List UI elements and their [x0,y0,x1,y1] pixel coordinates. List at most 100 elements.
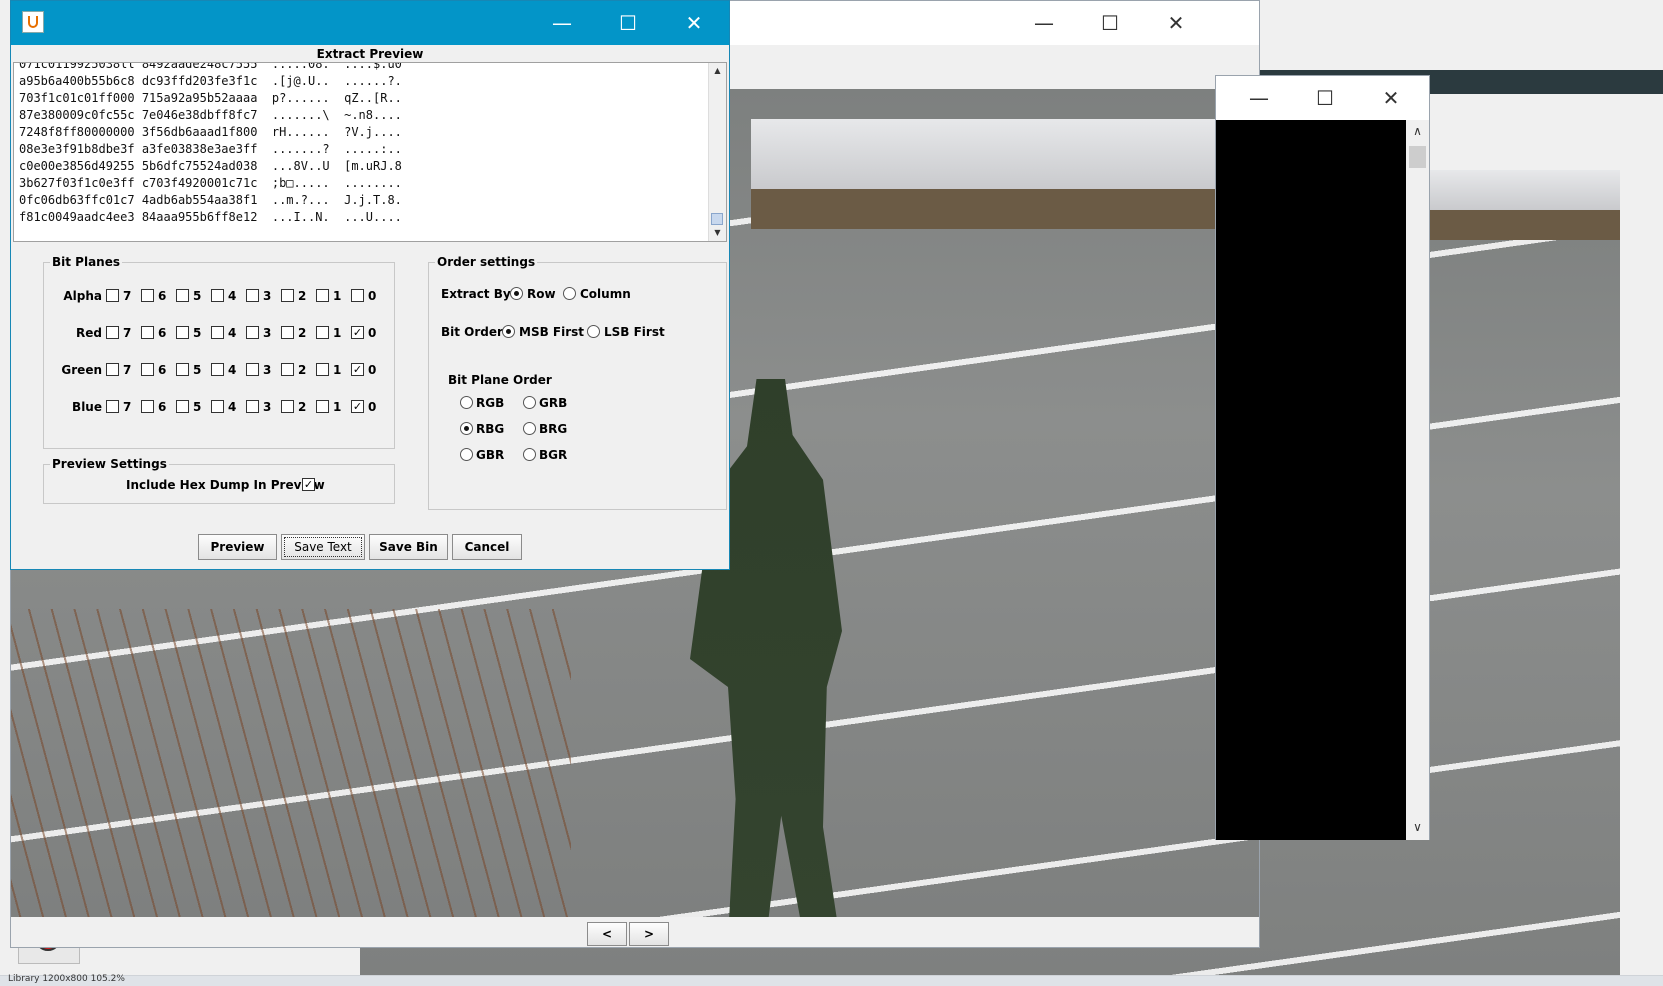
lsb-first-label[interactable]: LSB First [604,325,665,339]
bit-checkbox-blue-6[interactable] [141,400,154,413]
bit-checkbox-red-1[interactable] [316,326,329,339]
close-button[interactable]: ✕ [1358,76,1424,120]
hex-dump-checkbox[interactable]: ✓ [302,478,315,491]
preview-label: Extract Preview [316,47,424,61]
bit-checkbox-blue-2[interactable] [281,400,294,413]
bit-label: 2 [298,326,307,340]
bit-checkbox-green-0[interactable]: ✓ [351,363,364,376]
hex-line: 08e3e3f91b8dbe3f a3fe03838e3ae3ff ......… [19,142,402,156]
bit-checkbox-red-2[interactable] [281,326,294,339]
maximize-button[interactable]: ☐ [595,1,661,45]
bit-checkbox-green-2[interactable] [281,363,294,376]
msb-first-radio[interactable] [502,325,515,338]
bit-plane-row-green: Green 7 6 5 4 3 2 1 ✓ 0 [44,361,394,381]
extract-by-row-radio[interactable] [510,287,523,300]
minimize-button[interactable]: — [1011,1,1077,45]
scroll-down-icon[interactable]: ∨ [1406,816,1429,838]
bit-checkbox-green-7[interactable] [106,363,119,376]
bit-checkbox-red-0[interactable]: ✓ [351,326,364,339]
plane-order-radio-grb[interactable] [523,396,536,409]
bit-label: 0 [368,400,377,414]
plane-order-radio-gbr[interactable] [460,448,473,461]
scroll-up-icon[interactable]: ∧ [1406,120,1429,142]
close-button[interactable]: ✕ [1143,1,1209,45]
preview-button[interactable]: Preview [198,534,277,560]
bit-checkbox-red-6[interactable] [141,326,154,339]
bit-checkbox-red-3[interactable] [246,326,259,339]
maximize-button[interactable]: ☐ [1292,76,1358,120]
plane-order-label[interactable]: RGB [476,396,504,410]
previous-image-button[interactable]: < [587,922,627,946]
plane-order-radio-rbg[interactable] [460,422,473,435]
bit-checkbox-alpha-2[interactable] [281,289,294,302]
bit-plane-row-alpha: Alpha 7 6 5 4 3 2 1 0 [44,287,394,307]
hex-scrollbar[interactable]: ▲ ▼ [708,63,726,241]
maximize-button[interactable]: ☐ [1077,1,1143,45]
bit-checkbox-blue-5[interactable] [176,400,189,413]
vertical-scrollbar[interactable]: ∧ ∨ [1406,120,1429,840]
bit-label: 5 [193,400,202,414]
bit-plane-channel-label: Green [61,363,102,377]
plane-order-label[interactable]: BGR [539,448,567,462]
plane-order-radio-rgb[interactable] [460,396,473,409]
bit-checkbox-alpha-3[interactable] [246,289,259,302]
bit-checkbox-green-6[interactable] [141,363,154,376]
bit-label: 6 [158,363,167,377]
bit-checkbox-green-1[interactable] [316,363,329,376]
bit-label: 7 [123,289,132,303]
bit-checkbox-green-4[interactable] [211,363,224,376]
order-settings-group: Order settings Extract By Row Column Bit… [428,255,727,510]
minimize-button[interactable]: — [1226,76,1292,120]
dialog-titlebar[interactable]: — ☐ ✕ [11,1,729,45]
bit-checkbox-blue-7[interactable] [106,400,119,413]
bit-order-label: Bit Order [441,325,503,339]
next-image-button[interactable]: > [629,922,669,946]
plane-order-label[interactable]: GRB [539,396,567,410]
plane-order-label[interactable]: BRG [539,422,567,436]
scroll-up-icon[interactable]: ▲ [709,63,726,79]
bit-checkbox-alpha-0[interactable] [351,289,364,302]
msb-first-label[interactable]: MSB First [519,325,584,339]
save-bin-button[interactable]: Save Bin [369,534,448,560]
plane-order-label[interactable]: RBG [476,422,504,436]
extract-by-row-label[interactable]: Row [527,287,556,301]
bit-checkbox-green-5[interactable] [176,363,189,376]
bit-checkbox-green-3[interactable] [246,363,259,376]
plane-order-radio-brg[interactable] [523,422,536,435]
bit-label: 5 [193,363,202,377]
plane-order-label[interactable]: GBR [476,448,504,462]
extracted-image-area [1216,120,1406,840]
minimize-button[interactable]: — [529,1,595,45]
bit-label: 7 [123,400,132,414]
bit-label: 1 [333,289,342,303]
plane-order-radio-bgr[interactable] [523,448,536,461]
bit-checkbox-red-5[interactable] [176,326,189,339]
hex-line: 703f1c01c01ff000 715a92a95b52aaaa p?....… [19,91,402,105]
bit-checkbox-alpha-4[interactable] [211,289,224,302]
bit-label: 3 [263,363,272,377]
bit-label: 7 [123,326,132,340]
preview-settings-title: Preview Settings [50,457,169,471]
output-preview-titlebar[interactable]: — ☐ ✕ [1216,76,1429,120]
bit-label: 7 [123,363,132,377]
bit-checkbox-blue-0[interactable]: ✓ [351,400,364,413]
extract-by-column-label[interactable]: Column [580,287,631,301]
scroll-thumb[interactable] [711,213,723,225]
bit-checkbox-alpha-5[interactable] [176,289,189,302]
bit-checkbox-blue-3[interactable] [246,400,259,413]
cancel-button[interactable]: Cancel [452,534,522,560]
bit-checkbox-blue-1[interactable] [316,400,329,413]
extract-by-column-radio[interactable] [563,287,576,300]
hex-preview-area[interactable]: 071c0119925038ll 8492aade248c7555 .....0… [13,62,727,242]
save-text-button[interactable]: Save Text [281,534,365,560]
bit-checkbox-alpha-7[interactable] [106,289,119,302]
lsb-first-radio[interactable] [587,325,600,338]
bit-checkbox-red-7[interactable] [106,326,119,339]
bit-checkbox-blue-4[interactable] [211,400,224,413]
scroll-thumb[interactable] [1409,146,1426,168]
bit-checkbox-alpha-6[interactable] [141,289,154,302]
bit-checkbox-red-4[interactable] [211,326,224,339]
close-button[interactable]: ✕ [661,1,727,45]
bit-checkbox-alpha-1[interactable] [316,289,329,302]
scroll-down-icon[interactable]: ▼ [709,225,726,241]
